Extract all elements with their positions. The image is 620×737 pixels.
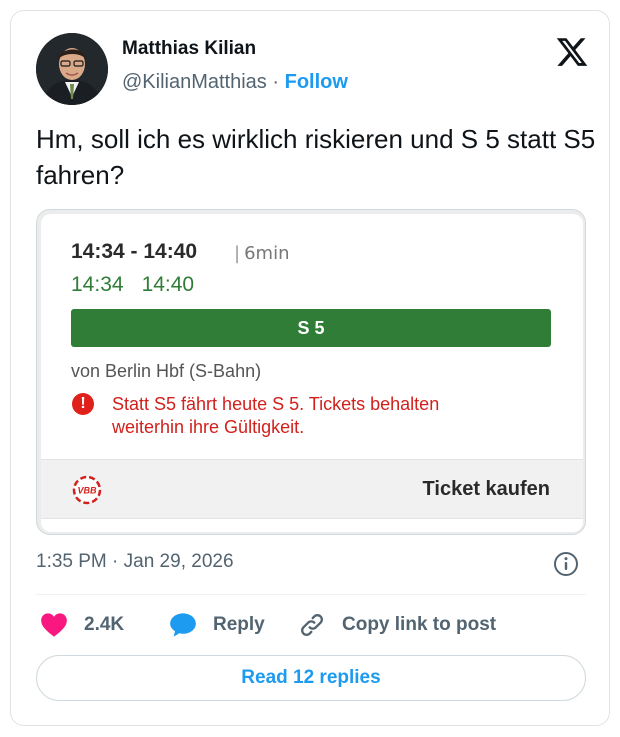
connection-screenshot: 14:34 - 14:40 | 6min 14:34 14:40 S 5 von B…	[41, 214, 583, 532]
speech-bubble-icon	[169, 612, 197, 638]
line-badge: S 5	[71, 309, 551, 347]
action-bar: 2.4K Reply Copy link to post	[36, 607, 596, 643]
realtime-times: 14:34 14:40	[71, 273, 194, 297]
x-logo-icon[interactable]	[555, 35, 589, 69]
author-handle[interactable]: @KilianMatthias	[122, 71, 267, 93]
vbb-logo-text: VBB	[77, 486, 97, 496]
link-icon	[298, 611, 326, 639]
reply-label: Reply	[213, 614, 265, 635]
alert-icon: !	[72, 393, 94, 415]
read-replies-button[interactable]: Read 12 replies	[36, 655, 586, 701]
vbb-logo-icon: VBB	[71, 474, 103, 506]
author-handle-row: @KilianMatthias · Follow	[122, 71, 348, 94]
ticket-bar: VBB Ticket kaufen	[41, 459, 583, 519]
follow-button[interactable]: Follow	[285, 71, 348, 93]
tweet-timestamp[interactable]: 1:35 PM · Jan 29, 2026	[36, 551, 234, 573]
duration-value: 6min	[244, 243, 290, 264]
tweet-card: Matthias Kilian @KilianMatthias · Follow…	[10, 10, 610, 726]
like-button[interactable]: 2.4K	[40, 607, 124, 643]
realtime-departure: 14:34	[71, 273, 124, 296]
duration-separator: |	[234, 243, 241, 264]
copy-link-label: Copy link to post	[342, 614, 497, 635]
alert-message: Statt S5 fährt heute S 5. Tickets behalt…	[112, 394, 440, 437]
divider	[36, 594, 586, 595]
handle-separator: ·	[272, 71, 280, 93]
realtime-arrival: 14:40	[141, 273, 195, 296]
duration: | 6min	[234, 243, 289, 264]
planned-times: 14:34 - 14:40	[71, 240, 198, 263]
tweet-text: Hm, soll ich es wirklich riskieren und S…	[36, 124, 596, 190]
like-count: 2.4K	[84, 614, 125, 635]
tweet-media[interactable]: 14:34 - 14:40 | 6min 14:34 14:40 S 5 von B…	[36, 209, 586, 535]
reply-button[interactable]: Reply	[169, 607, 265, 643]
departure-station: von Berlin Hbf (S-Bahn)	[71, 361, 262, 381]
avatar[interactable]	[36, 33, 108, 105]
heart-icon	[40, 612, 68, 638]
buy-ticket-button: Ticket kaufen	[422, 478, 550, 500]
author-name[interactable]: Matthias Kilian	[122, 38, 256, 60]
info-icon[interactable]	[553, 551, 579, 577]
copy-link-button[interactable]: Copy link to post	[298, 607, 496, 643]
